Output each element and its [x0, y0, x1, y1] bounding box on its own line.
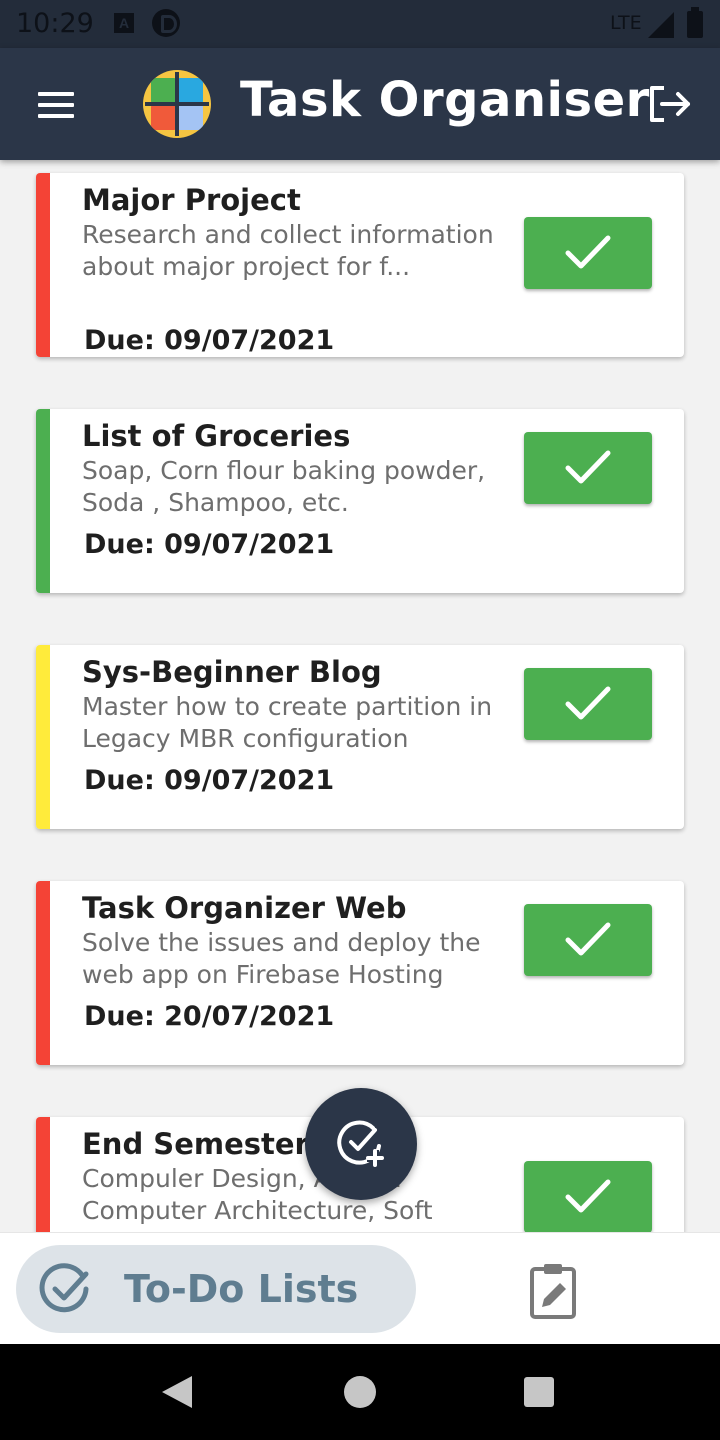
hamburger-menu-icon[interactable]: [38, 92, 74, 118]
priority-stripe: [36, 1117, 50, 1232]
task-due-date: Due: 09/07/2021: [84, 325, 335, 356]
check-icon: [565, 922, 611, 956]
task-card[interactable]: Sys-Beginner Blog Master how to create p…: [36, 645, 684, 829]
battery-icon: [687, 7, 703, 38]
task-due-date: Due: 09/07/2021: [84, 529, 335, 560]
check-icon: [565, 450, 611, 484]
priority-stripe: [36, 409, 50, 593]
task-title: End Semester E: [82, 1127, 339, 1161]
a-notification-icon: A: [114, 13, 134, 33]
check-icon: [565, 1179, 611, 1213]
task-description: Research and collect information about m…: [82, 220, 494, 281]
clipboard-edit-icon[interactable]: [526, 1261, 582, 1321]
task-list[interactable]: Major Project Research and collect infor…: [0, 160, 720, 1232]
check-icon: [565, 686, 611, 720]
logout-icon[interactable]: [648, 84, 694, 124]
task-description: Soap, Corn flour baking powder, Soda , S…: [82, 456, 486, 517]
complete-task-button[interactable]: [524, 432, 652, 504]
bottom-navigation: To-Do Lists: [0, 1232, 720, 1344]
complete-task-button[interactable]: [524, 668, 652, 740]
recents-icon[interactable]: [524, 1377, 554, 1407]
app-title: Task Organiser: [240, 72, 650, 128]
task-description: Compuler Design, A ed Computer Architect…: [82, 1164, 433, 1225]
nav-todo-lists-label: To-Do Lists: [124, 1267, 359, 1311]
priority-stripe: [36, 173, 50, 357]
task-organiser-logo: [143, 70, 211, 138]
status-bar: 10:29 A LTE: [0, 0, 720, 48]
complete-task-button[interactable]: [524, 217, 652, 289]
add-task-icon: [337, 1120, 384, 1167]
task-description: Master how to create partition in Legacy…: [82, 692, 493, 753]
task-card[interactable]: Task Organizer Web Solve the issues and …: [36, 881, 684, 1065]
check-icon: [565, 235, 611, 269]
nav-todo-lists[interactable]: To-Do Lists: [16, 1245, 416, 1333]
task-card[interactable]: Major Project Research and collect infor…: [36, 173, 684, 357]
add-task-button[interactable]: [305, 1088, 417, 1200]
network-type: LTE: [610, 12, 642, 34]
priority-stripe: [36, 645, 50, 829]
task-title: Major Project: [82, 183, 301, 217]
system-navigation-bar: [0, 1344, 720, 1440]
check-circle-icon: [39, 1263, 89, 1313]
task-due-date: Due: 20/07/2021: [84, 1001, 335, 1032]
complete-task-button[interactable]: [524, 904, 652, 976]
back-icon[interactable]: [162, 1376, 192, 1408]
app-bar: Task Organiser: [0, 48, 720, 160]
task-description: Solve the issues and deploy the web app …: [82, 928, 481, 989]
task-card[interactable]: List of Groceries Soap, Corn flour bakin…: [36, 409, 684, 593]
home-icon[interactable]: [344, 1376, 376, 1408]
signal-icon: [648, 12, 674, 38]
task-title: Sys-Beginner Blog: [82, 655, 382, 689]
priority-stripe: [36, 881, 50, 1065]
task-due-date: Due: 09/07/2021: [84, 765, 335, 796]
p-notification-icon: [152, 9, 180, 37]
complete-task-button[interactable]: [524, 1161, 652, 1232]
status-time: 10:29: [16, 8, 94, 39]
task-title: Task Organizer Web: [82, 891, 407, 925]
task-title: List of Groceries: [82, 419, 351, 453]
